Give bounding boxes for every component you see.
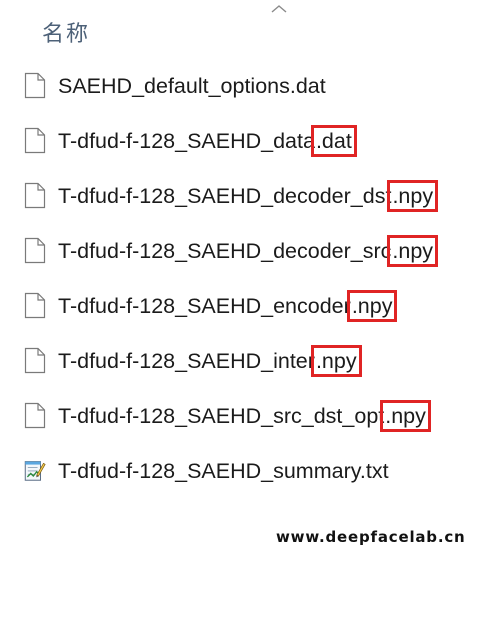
file-row[interactable]: T-dfud-f-128_SAEHD_decoder_src.npy [0, 223, 500, 278]
file-name: T-dfud-f-128_SAEHD_inter.npy [58, 345, 362, 377]
file-row[interactable]: T-dfud-f-128_SAEHD_decoder_dst.npy [0, 168, 500, 223]
file-base-name: T-dfud-f-128_SAEHD_inter [58, 349, 315, 373]
file-base-name: T-dfud-f-128_SAEHD_src_dst_opt [58, 404, 385, 428]
notepad-icon [24, 461, 46, 481]
file-base-name: T-dfud-f-128_SAEHD_decoder_src [58, 239, 392, 263]
file-name: T-dfud-f-128_SAEHD_decoder_src.npy [58, 235, 439, 267]
sort-chevron-up-icon[interactable] [270, 4, 288, 14]
file-extension-highlight: .npy [380, 400, 431, 432]
file-extension-highlight: .npy [310, 345, 362, 377]
file-name: T-dfud-f-128_SAEHD_summary.txt [58, 456, 389, 486]
name-column-header[interactable]: 名称 [42, 16, 90, 48]
file-name: T-dfud-f-128_SAEHD_data.dat [58, 125, 357, 157]
watermark-text: www.deepfacelab.cn [276, 528, 466, 546]
file-icon [24, 347, 46, 374]
file-icon [24, 182, 46, 209]
file-extension-highlight: .npy [346, 290, 398, 322]
file-row[interactable]: T-dfud-f-128_SAEHD_summary.txt [0, 443, 500, 498]
file-base-name: T-dfud-f-128_SAEHD_summary.txt [58, 459, 389, 483]
file-base-name: SAEHD_default_options.dat [58, 74, 326, 98]
file-icon [24, 237, 46, 264]
file-name: T-dfud-f-128_SAEHD_decoder_dst.npy [58, 180, 439, 212]
file-base-name: T-dfud-f-128_SAEHD_data [58, 129, 315, 153]
file-row[interactable]: T-dfud-f-128_SAEHD_encoder.npy [0, 278, 500, 333]
file-name: SAEHD_default_options.dat [58, 71, 326, 101]
file-row[interactable]: SAEHD_default_options.dat [0, 58, 500, 113]
file-icon [24, 402, 46, 429]
file-row[interactable]: T-dfud-f-128_SAEHD_data.dat [0, 113, 500, 168]
file-row[interactable]: T-dfud-f-128_SAEHD_src_dst_opt.npy [0, 388, 500, 443]
file-name: T-dfud-f-128_SAEHD_encoder.npy [58, 290, 398, 322]
file-icon [24, 72, 46, 99]
file-base-name: T-dfud-f-128_SAEHD_decoder_dst [58, 184, 392, 208]
file-extension-highlight: .dat [310, 125, 357, 157]
file-extension-highlight: .npy [387, 235, 439, 267]
file-name: T-dfud-f-128_SAEHD_src_dst_opt.npy [58, 400, 431, 432]
file-extension-highlight: .npy [387, 180, 439, 212]
file-list: SAEHD_default_options.dat T-dfud-f-128_S… [0, 58, 500, 498]
file-row[interactable]: T-dfud-f-128_SAEHD_inter.npy [0, 333, 500, 388]
file-icon [24, 127, 46, 154]
file-base-name: T-dfud-f-128_SAEHD_encoder [58, 294, 351, 318]
file-icon [24, 292, 46, 319]
